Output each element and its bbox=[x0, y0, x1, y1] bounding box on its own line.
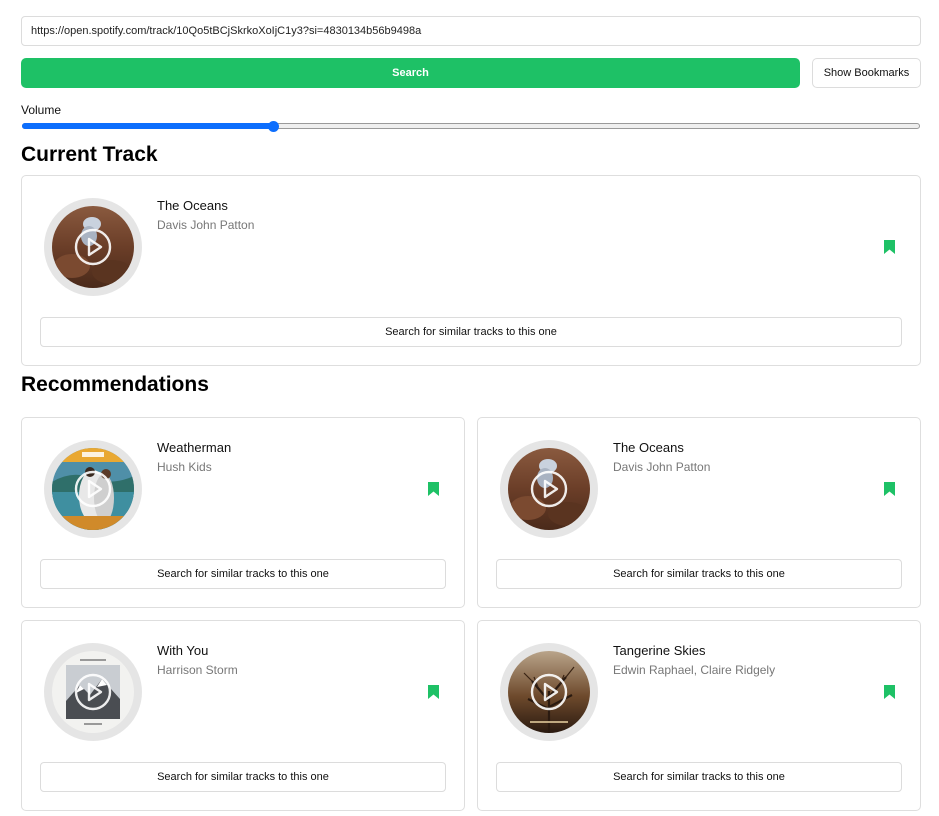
play-icon[interactable] bbox=[74, 673, 112, 711]
current-track-card: The Oceans Davis John Patton Search for … bbox=[21, 175, 921, 366]
track-title: The Oceans bbox=[157, 198, 228, 213]
recommendation-card: Weatherman Hush Kids Search for similar … bbox=[21, 417, 465, 608]
search-similar-button[interactable]: Search for similar tracks to this one bbox=[40, 317, 902, 347]
volume-slider-thumb[interactable] bbox=[268, 121, 280, 132]
search-similar-button[interactable]: Search for similar tracks to this one bbox=[496, 559, 902, 589]
bookmark-icon[interactable] bbox=[427, 684, 440, 700]
bookmark-icon[interactable] bbox=[427, 481, 440, 497]
track-title: The Oceans bbox=[613, 440, 684, 455]
track-title: Tangerine Skies bbox=[613, 643, 706, 658]
play-icon[interactable] bbox=[74, 228, 112, 266]
current-track-heading: Current Track bbox=[21, 143, 158, 166]
bookmark-icon[interactable] bbox=[883, 684, 896, 700]
album-cover[interactable] bbox=[44, 643, 142, 741]
album-cover[interactable] bbox=[500, 643, 598, 741]
recommendation-card: The Oceans Davis John Patton Search for … bbox=[477, 417, 921, 608]
play-icon[interactable] bbox=[530, 470, 568, 508]
track-artist: Hush Kids bbox=[157, 460, 212, 474]
track-artist: Davis John Patton bbox=[613, 460, 711, 474]
play-icon[interactable] bbox=[530, 673, 568, 711]
track-title: Weatherman bbox=[157, 440, 232, 455]
track-artist: Harrison Storm bbox=[157, 663, 238, 677]
volume-label: Volume bbox=[21, 103, 62, 117]
recommendation-card: Tangerine Skies Edwin Raphael, Claire Ri… bbox=[477, 620, 921, 811]
recommendations-heading: Recommendations bbox=[21, 373, 209, 396]
album-cover[interactable] bbox=[44, 198, 142, 296]
play-icon[interactable] bbox=[74, 470, 112, 508]
album-cover[interactable] bbox=[44, 440, 142, 538]
track-artist: Edwin Raphael, Claire Ridgely bbox=[613, 663, 776, 677]
bookmark-icon[interactable] bbox=[883, 481, 896, 497]
search-button[interactable]: Search bbox=[21, 58, 800, 88]
track-title: With You bbox=[157, 643, 209, 658]
search-similar-button[interactable]: Search for similar tracks to this one bbox=[40, 559, 446, 589]
url-input[interactable] bbox=[21, 16, 921, 46]
search-similar-button[interactable]: Search for similar tracks to this one bbox=[496, 762, 902, 792]
bookmark-icon[interactable] bbox=[883, 239, 896, 255]
show-bookmarks-button[interactable]: Show Bookmarks bbox=[812, 58, 921, 88]
search-similar-button[interactable]: Search for similar tracks to this one bbox=[40, 762, 446, 792]
recommendation-card: With You Harrison Storm Search for simil… bbox=[21, 620, 465, 811]
volume-slider-fill bbox=[22, 123, 274, 129]
album-cover[interactable] bbox=[500, 440, 598, 538]
track-artist: Davis John Patton bbox=[157, 218, 255, 232]
